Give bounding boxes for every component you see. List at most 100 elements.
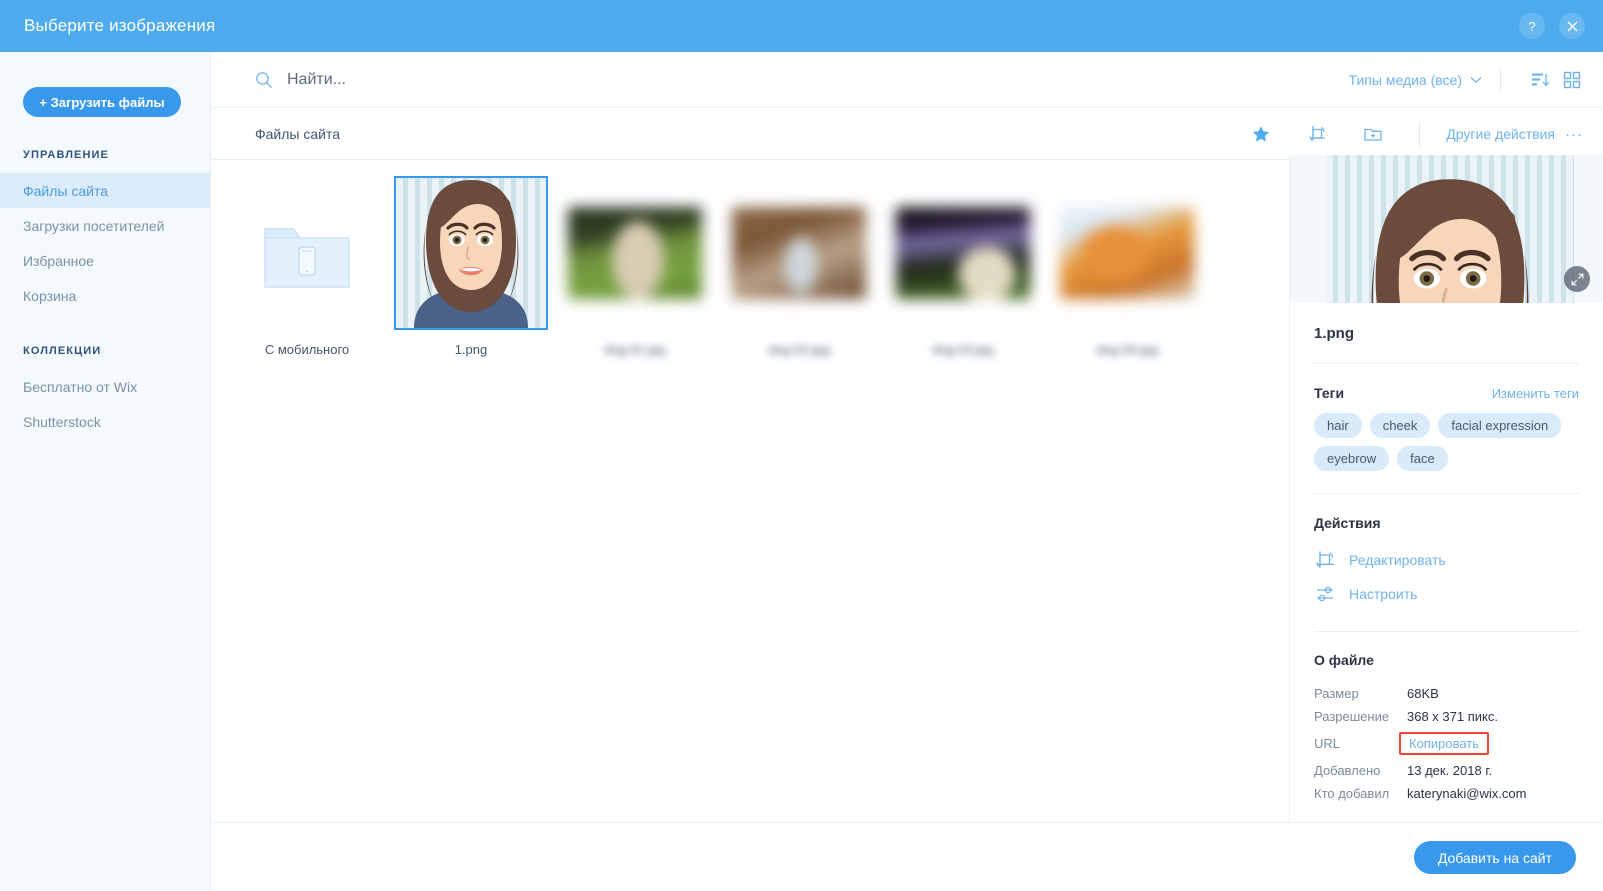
toolbar-divider (1500, 68, 1501, 92)
crop-rotate-icon (1316, 551, 1334, 569)
crop-rotate-icon[interactable] (1306, 123, 1328, 145)
close-icon (1567, 21, 1577, 31)
question-mark-icon: ? (1528, 18, 1536, 34)
breadcrumb[interactable]: Файлы сайта (255, 126, 340, 142)
image-thumbnail (1052, 178, 1202, 328)
edit-action[interactable]: Редактировать (1314, 543, 1579, 577)
grid-item-folder[interactable]: С мобильного (225, 178, 389, 384)
meta-row: Добавлено 13 дек. 2018 г. (1314, 759, 1579, 782)
meta-key: Добавлено (1314, 763, 1381, 778)
avatar-face-large (1371, 179, 1529, 303)
about-title: О файле (1314, 652, 1374, 668)
grid-item-label: dog-04.jpg (1096, 342, 1158, 357)
media-type-filter-label: Типы медиа (все) (1348, 72, 1462, 88)
folder-thumbnail (232, 178, 382, 328)
sidebar-item-favorites[interactable]: Избранное (0, 243, 210, 278)
upload-files-button[interactable]: + Загрузить файлы (23, 87, 181, 117)
tag-chip[interactable]: facial expression (1438, 413, 1562, 438)
media-type-filter[interactable]: Типы медиа (все) (1349, 72, 1482, 88)
sort-descending-icon[interactable] (1529, 69, 1551, 91)
about-section: О файле Размер 68KB Разрешение 368 x 371… (1314, 632, 1579, 827)
grid-view-icon[interactable] (1561, 69, 1583, 91)
image-thumbnail (560, 178, 710, 328)
tags-title: Теги (1314, 385, 1345, 401)
breadcrumb-toolbar-right: Другие действия ··· (1233, 108, 1583, 160)
sidebar: + Загрузить файлы УПРАВЛЕНИЕ Файлы сайта… (0, 52, 211, 891)
edit-tags-link[interactable]: Изменить теги (1492, 386, 1579, 401)
expand-preview-button[interactable] (1564, 266, 1590, 292)
meta-key: URL (1314, 736, 1341, 751)
actions-section-header: Действия (1314, 494, 1579, 543)
help-button[interactable]: ? (1519, 13, 1545, 39)
details-panel: 1.png Теги Изменить теги hair cheek faci… (1289, 155, 1603, 891)
copy-url-highlight: Копировать (1399, 732, 1489, 755)
file-grid-area: С мобильного 1.png dog-01.jpg dog-02.jpg… (211, 160, 1289, 891)
sidebar-item-label: Избранное (23, 252, 94, 269)
title-bar-actions: ? (1519, 0, 1585, 52)
meta-value-added-by: katerynaki@wix.com (1407, 786, 1527, 801)
adjust-action[interactable]: Настроить (1314, 577, 1579, 611)
copy-url-link[interactable]: Копировать (1409, 736, 1479, 751)
image-thumbnail (724, 178, 874, 328)
search-wrapper (255, 69, 585, 90)
chevron-down-icon (1470, 77, 1482, 84)
tag-chip[interactable]: cheek (1369, 413, 1431, 438)
tag-chip[interactable]: face (1397, 446, 1448, 471)
star-icon[interactable] (1250, 123, 1272, 145)
avatar-artwork-large (1326, 155, 1574, 303)
sidebar-item-visitor-uploads[interactable]: Загрузки посетителей (0, 208, 210, 243)
image-thumbnail (394, 176, 548, 330)
grid-item-label: dog-03.jpg (932, 342, 994, 357)
photo-shape (784, 237, 818, 293)
sidebar-item-shutterstock[interactable]: Shutterstock (0, 404, 210, 439)
tag-chip[interactable]: hair (1314, 413, 1362, 438)
actions-section: Действия Редактировать Настроить (1314, 494, 1579, 631)
sidebar-item-trash[interactable]: Корзина (0, 278, 210, 313)
preview-artwork (1326, 155, 1574, 303)
more-actions-button[interactable]: Другие действия (1446, 126, 1555, 142)
close-button[interactable] (1559, 13, 1585, 39)
media-manager-dialog: Выберите изображения ? + Загрузить файлы… (0, 0, 1603, 891)
file-grid: С мобильного 1.png dog-01.jpg dog-02.jpg… (211, 176, 1289, 384)
new-folder-icon[interactable] (1362, 123, 1384, 145)
avatar-artwork (396, 178, 546, 328)
folder-mobile-icon (264, 228, 350, 288)
grid-item-image[interactable]: dog-01.jpg (553, 178, 717, 384)
sidebar-item-free-from-wix[interactable]: Бесплатно от Wix (0, 369, 210, 404)
photo-shape (1080, 225, 1150, 283)
grid-item-image[interactable]: dog-04.jpg (1045, 178, 1209, 384)
dialog-title-bar: Выберите изображения ? (0, 0, 1603, 52)
meta-key: Кто добавил (1314, 786, 1390, 801)
photo-artwork (568, 207, 702, 299)
sidebar-item-label: Файлы сайта (23, 182, 109, 199)
grid-item-label: 1.png (454, 342, 488, 357)
photo-artwork (732, 207, 866, 299)
meta-row: URL Копировать (1314, 728, 1579, 759)
expand-icon (1571, 273, 1583, 285)
grid-item-label: dog-01.jpg (604, 342, 666, 357)
add-to-site-button[interactable]: Добавить на сайт (1413, 841, 1576, 874)
photo-shape (958, 247, 1016, 299)
sidebar-item-site-files[interactable]: Файлы сайта (0, 173, 210, 208)
breadcrumb-divider (1419, 122, 1421, 146)
search-toolbar: Типы медиа (все) (211, 52, 1603, 108)
meta-row: Кто добавил katerynaki@wix.com (1314, 782, 1579, 805)
tags-section-header: Теги Изменить теги (1314, 364, 1579, 413)
meta-row: Разрешение 368 x 371 пикс. (1314, 705, 1579, 728)
meta-value-added-date: 13 дек. 2018 г. (1407, 763, 1493, 778)
more-actions-dots-icon[interactable]: ··· (1565, 126, 1583, 143)
sidebar-item-label: Бесплатно от Wix (23, 378, 138, 395)
meta-value-resolution: 368 x 371 пикс. (1407, 709, 1498, 724)
details-body: 1.png Теги Изменить теги hair cheek faci… (1290, 303, 1603, 827)
tag-chip[interactable]: eyebrow (1314, 446, 1390, 471)
sidebar-group-title-collections: КОЛЛЕКЦИИ (23, 345, 102, 357)
grid-item-image-selected[interactable]: 1.png (389, 176, 553, 384)
grid-item-label: С мобильного (264, 342, 350, 357)
sidebar-item-label: Корзина (23, 287, 77, 304)
grid-item-image[interactable]: dog-02.jpg (717, 178, 881, 384)
grid-item-image[interactable]: dog-03.jpg (881, 178, 1045, 384)
image-thumbnail (888, 178, 1038, 328)
search-input[interactable] (285, 69, 585, 90)
adjust-sliders-icon (1317, 586, 1333, 602)
image-preview (1290, 155, 1603, 303)
